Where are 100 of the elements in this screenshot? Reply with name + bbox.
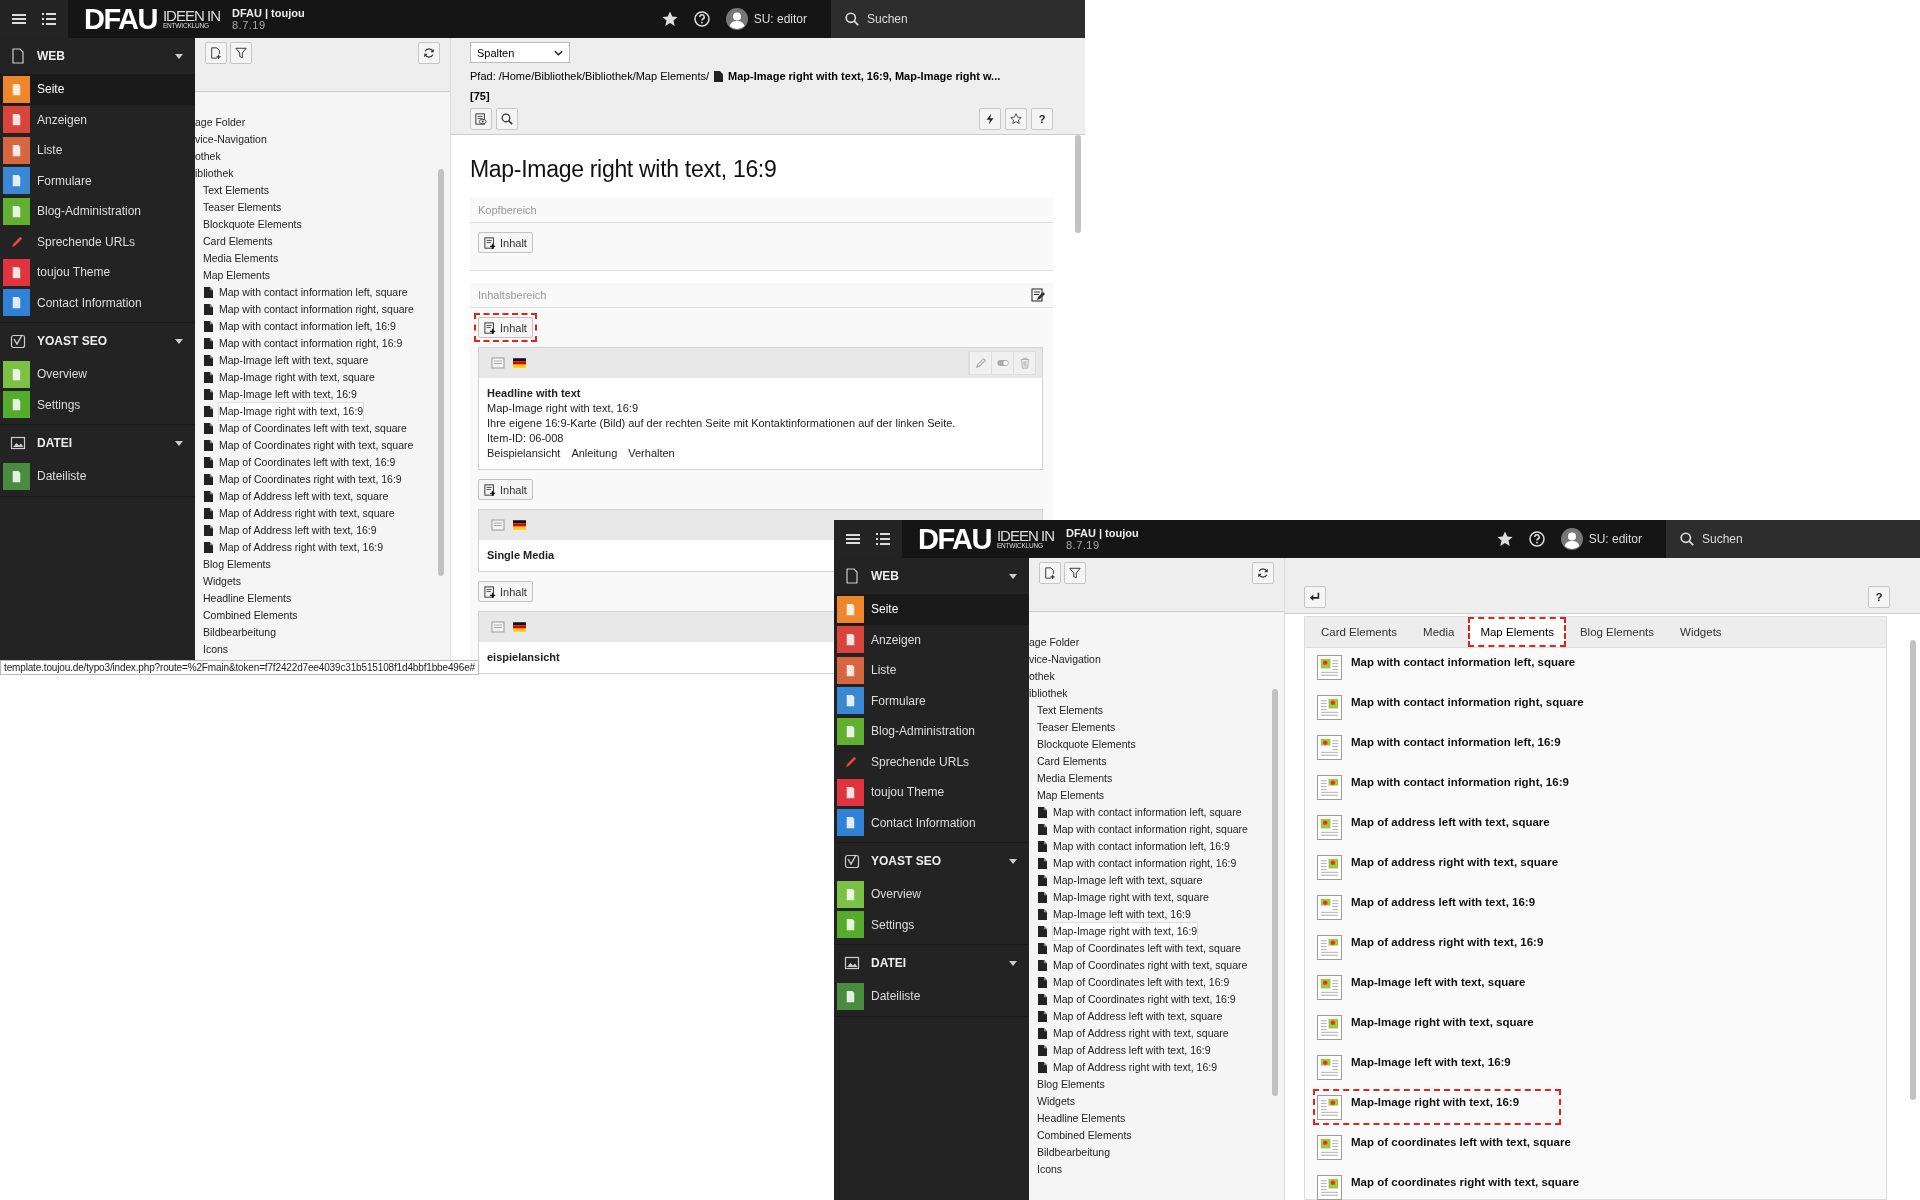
tree-item[interactable]: Teaser Elements [1029, 719, 1284, 736]
tree-item[interactable]: Map Elements [195, 267, 450, 284]
help-button[interactable]: ? [1868, 586, 1890, 608]
scrollbar[interactable] [1075, 135, 1081, 233]
tree-item[interactable]: Map of Address right with text, square [1053, 1025, 1229, 1042]
module-group-header[interactable]: DATEI [0, 425, 195, 461]
tree-item[interactable]: Headline Elements [1029, 1110, 1284, 1127]
tree-item[interactable]: Map of Coordinates right with text, 16:9 [1053, 991, 1236, 1008]
content-type-option[interactable]: Map-Image left with text, 16:9 [1313, 1049, 1553, 1085]
content-type-option[interactable]: Map with contact information right, 16:9 [1313, 769, 1611, 805]
module-item[interactable]: Sprechende URLs [834, 746, 1029, 777]
content-type-option[interactable]: Map of address right with text, 16:9 [1313, 929, 1586, 965]
tree-item[interactable]: vice-Navigation [1029, 651, 1284, 668]
tab[interactable]: Map Elements [1468, 617, 1566, 647]
tree-item[interactable]: age Folder [195, 114, 450, 131]
content-type-option[interactable]: Map with contact information left, square [1313, 649, 1618, 685]
tab[interactable]: Card Elements [1309, 617, 1410, 647]
tree-item[interactable]: Map of Address right with text, 16:9 [219, 539, 383, 556]
content-type-option[interactable]: Map of coordinates right with text, square [1313, 1169, 1622, 1200]
list-icon[interactable] [876, 532, 890, 546]
content-type-option[interactable]: Map of address left with text, 16:9 [1313, 889, 1578, 925]
edit-icon[interactable] [1031, 288, 1045, 302]
tree-item[interactable]: Map-Image right with text, square [1053, 889, 1209, 906]
module-item[interactable]: toujou Theme [0, 257, 195, 288]
tree-item[interactable]: Teaser Elements [195, 199, 450, 216]
module-item[interactable]: Blog-Administration [0, 196, 195, 227]
scrollbar[interactable] [1910, 640, 1916, 1100]
tree-item[interactable]: Map of Coordinates left with text, 16:9 [1053, 974, 1230, 991]
module-item[interactable]: Liste [0, 135, 195, 166]
tree-item[interactable]: Widgets [1029, 1093, 1284, 1110]
tree-item[interactable]: Combined Elements [195, 607, 450, 624]
tree-item[interactable]: Card Elements [195, 233, 450, 250]
module-item[interactable]: Sprechende URLs [0, 226, 195, 257]
help-icon[interactable] [693, 11, 710, 27]
module-item[interactable]: Anzeigen [834, 624, 1029, 655]
content-type-option[interactable]: Map of coordinates left with text, square [1313, 1129, 1613, 1165]
new-page-button[interactable] [205, 42, 227, 64]
new-page-button[interactable] [1039, 562, 1061, 584]
tree-item[interactable]: Map of Coordinates left with text, square [1053, 940, 1241, 957]
tree-item[interactable]: Map-Image right with text, 16:9 [1053, 923, 1198, 940]
tree-item[interactable]: Bildbearbeitung [195, 624, 450, 641]
module-item[interactable]: Anzeigen [0, 104, 195, 135]
tree-item[interactable]: Map-Image left with text, square [219, 352, 369, 369]
content-type-option[interactable]: Map with contact information right, square [1313, 689, 1626, 725]
refresh-button[interactable] [1252, 562, 1274, 584]
content-type-option[interactable]: Map of address left with text, square [1313, 809, 1592, 845]
tree-item[interactable]: Media Elements [1029, 770, 1284, 787]
content-type-option[interactable]: Map with contact information left, 16:9 [1313, 729, 1603, 765]
cache-button[interactable] [979, 108, 1001, 130]
tree-item[interactable]: Map of Coordinates right with text, square [1053, 957, 1248, 974]
tree-item[interactable]: Map of Address left with text, square [219, 488, 389, 505]
tree-item[interactable]: Map of Address left with text, square [1053, 1008, 1223, 1025]
tree-item[interactable]: Media Elements [195, 250, 450, 267]
module-item[interactable]: Formulare [834, 685, 1029, 716]
tree-item[interactable]: Card Elements [1029, 753, 1284, 770]
refresh-button[interactable] [418, 42, 440, 64]
tab[interactable]: Widgets [1668, 617, 1734, 647]
view-page-button[interactable] [470, 108, 492, 130]
module-item[interactable]: Dateiliste [0, 461, 195, 492]
tree-item[interactable]: Map-Image left with text, 16:9 [219, 386, 357, 403]
tree-item[interactable]: Map with contact information right, 16:9 [1053, 855, 1237, 872]
scrollbar[interactable] [1272, 689, 1278, 1096]
tree-item[interactable]: Icons [1029, 1161, 1284, 1178]
tree-item[interactable]: Map-Image right with text, 16:9 [219, 403, 364, 420]
tree-item[interactable]: Icons [195, 641, 450, 658]
tree-item[interactable]: Map of Address left with text, 16:9 [219, 522, 377, 539]
tree-item[interactable]: ibliothek [195, 165, 450, 182]
module-group-header[interactable]: DATEI [834, 945, 1029, 981]
view-select[interactable]: Spalten [470, 42, 570, 63]
menu-icon[interactable] [846, 532, 860, 546]
filter-button[interactable] [1064, 562, 1086, 584]
tree-item[interactable]: Map with contact information left, 16:9 [1053, 838, 1230, 855]
module-item[interactable]: Liste [834, 655, 1029, 686]
tree-item[interactable]: othek [1029, 668, 1284, 685]
tree-item[interactable]: Map-Image right with text, square [219, 369, 375, 386]
tree-item[interactable]: Bildbearbeitung [1029, 1144, 1284, 1161]
module-item[interactable]: Overview [834, 879, 1029, 910]
tab[interactable]: Blog Elements [1567, 617, 1667, 647]
bookmark-star-icon[interactable] [661, 11, 678, 27]
search-button[interactable] [496, 108, 518, 130]
module-item[interactable]: Settings [0, 389, 195, 420]
content-type-option[interactable]: Map-Image right with text, square [1313, 1009, 1576, 1045]
tree-item[interactable]: Map with contact information right, 16:9 [219, 335, 403, 352]
tree-item[interactable]: Map with contact information left, 16:9 [219, 318, 396, 335]
tree-item[interactable]: Blockquote Elements [1029, 736, 1284, 753]
tree-item[interactable]: Blockquote Elements [195, 216, 450, 233]
module-group-header[interactable]: YOAST SEO [0, 323, 195, 359]
tree-item[interactable]: Combined Elements [1029, 1127, 1284, 1144]
tree-item[interactable]: Map with contact information left, square [219, 284, 408, 301]
module-item[interactable]: Settings [834, 909, 1029, 940]
bookmark-button[interactable] [1005, 108, 1027, 130]
tree-item[interactable]: Map of Coordinates left with text, square [219, 420, 407, 437]
tree-item[interactable]: Map-Image left with text, square [1053, 872, 1203, 889]
module-item[interactable]: Overview [0, 359, 195, 390]
module-group-header[interactable]: WEB [0, 38, 195, 74]
tree-item[interactable]: Map of Address left with text, 16:9 [1053, 1042, 1211, 1059]
content-type-option[interactable]: Map of address right with text, square [1313, 849, 1601, 885]
tree-item[interactable]: age Folder [1029, 634, 1284, 651]
tree-item[interactable]: Map with contact information right, square [1053, 821, 1248, 838]
bookmark-star-icon[interactable] [1496, 531, 1513, 547]
